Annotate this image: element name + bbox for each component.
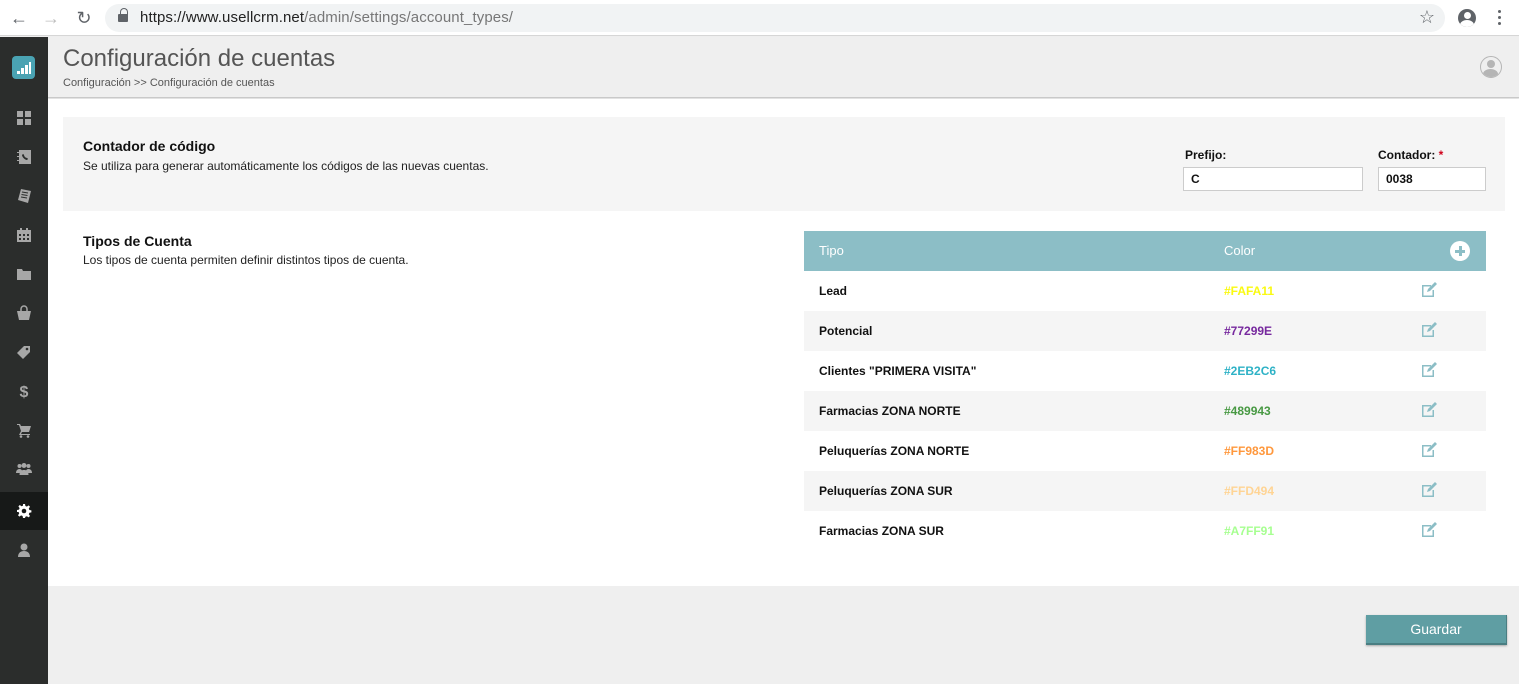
sidebar-item-calendar[interactable] [0,216,48,254]
bookmark-star-icon[interactable]: ☆ [1419,7,1435,28]
reload-button[interactable]: ↻ [74,8,94,28]
prefix-label: Prefijo: [1185,148,1227,162]
sidebar-item-products[interactable] [0,333,48,371]
save-button[interactable]: Guardar [1366,615,1507,645]
browser-menu-icon[interactable] [1494,8,1504,28]
app-logo-icon[interactable] [12,56,35,79]
main-content: Contador de código Se utiliza para gener… [48,99,1519,586]
shopping-bag-icon [17,305,31,320]
edit-icon[interactable] [1421,442,1437,458]
table-row: Potencial #77299E [804,311,1486,351]
users-icon [16,463,32,475]
gear-icon [17,504,32,518]
url-text[interactable]: https://www.usellcrm.net/admin/settings/… [140,9,513,26]
table-row: Farmacias ZONA NORTE #489943 [804,391,1486,431]
prefix-input[interactable] [1183,167,1363,191]
address-book-icon [17,150,31,164]
breadcrumb[interactable]: Configuración >> Configuración de cuenta… [63,77,275,89]
edit-icon[interactable] [1421,322,1437,338]
account-type-name: Peluquerías ZONA SUR [819,484,953,498]
calendar-icon [17,228,31,242]
grid-icon [17,111,31,125]
account-type-name: Potencial [819,324,873,338]
column-header-type: Tipo [819,243,844,258]
edit-icon[interactable] [1421,362,1437,378]
table-row: Lead #FAFA11 [804,271,1486,311]
account-type-name: Farmacias ZONA SUR [819,524,944,538]
account-type-color: #77299E [1224,324,1273,338]
sidebar-item-team[interactable] [0,450,48,488]
account-type-color: #489943 [1224,404,1271,418]
back-button[interactable]: ← [9,8,29,28]
address-bar[interactable]: https://www.usellcrm.net/admin/settings/… [105,4,1445,32]
forward-button[interactable]: → [41,8,61,28]
code-counter-title: Contador de código [83,138,216,154]
code-counter-section: Contador de código Se utiliza para gener… [63,117,1505,211]
browser-toolbar: ← → ↻ https://www.usellcrm.net/admin/set… [0,0,1519,36]
account-type-name: Clientes "PRIMERA VISITA" [819,364,977,378]
required-marker: * [1438,148,1444,162]
edit-icon[interactable] [1421,282,1437,298]
account-type-name: Lead [819,284,848,298]
cart-icon [17,424,31,438]
counter-input[interactable] [1378,167,1486,191]
table-row: Farmacias ZONA SUR #A7FF91 [804,511,1486,551]
sidebar-item-notes[interactable] [0,177,48,215]
account-type-color: #FAFA11 [1224,284,1275,298]
user-icon [18,543,30,557]
account-types-title: Tipos de Cuenta [83,233,192,249]
sidebar: $ [0,37,48,684]
sidebar-item-files[interactable] [0,255,48,293]
table-row: Clientes "PRIMERA VISITA" #2EB2C6 [804,351,1486,391]
table-body: Lead #FAFA11 Potencial #77299E Clientes "PRI… [804,271,1486,551]
table-header: Tipo Color [804,231,1486,271]
page-title: Configuración de cuentas [63,45,336,72]
code-counter-description: Se utiliza para generar automáticamente … [83,159,489,173]
sidebar-item-settings[interactable] [0,492,48,530]
sidebar-item-contacts[interactable] [0,138,48,176]
edit-icon[interactable] [1421,482,1437,498]
account-type-color: #A7FF91 [1224,524,1275,538]
tag-icon [17,346,30,359]
sidebar-item-sales[interactable]: $ [0,372,48,410]
account-type-color: #FF983D [1224,444,1275,458]
dollar-icon: $ [20,384,29,399]
notepad-icon [18,189,31,203]
svg-text:$: $ [20,384,29,399]
sidebar-item-dashboard[interactable] [0,99,48,137]
account-type-name: Farmacias ZONA NORTE [819,404,961,418]
account-type-color: #2EB2C6 [1224,364,1277,378]
sidebar-item-orders[interactable] [0,411,48,449]
edit-icon[interactable] [1421,522,1437,538]
browser-profile-icon[interactable] [1458,9,1476,27]
folder-icon [17,269,31,280]
counter-label: Contador: * [1378,148,1444,162]
lock-icon [118,8,128,23]
account-type-name: Peluquerías ZONA NORTE [819,444,970,458]
sidebar-item-profile[interactable] [0,531,48,569]
account-types-description: Los tipos de cuenta permiten definir dis… [83,253,409,267]
user-avatar-icon[interactable] [1480,56,1502,78]
sidebar-item-shop[interactable] [0,294,48,332]
account-type-color: #FFD494 [1224,484,1275,498]
add-account-type-button[interactable] [1450,241,1470,261]
page-header: Configuración de cuentas Configuración >… [48,37,1519,98]
edit-icon[interactable] [1421,402,1437,418]
table-row: Peluquerías ZONA SUR #FFD494 [804,471,1486,511]
table-row: Peluquerías ZONA NORTE #FF983D [804,431,1486,471]
column-header-color: Color [1224,243,1256,258]
account-types-table: Tipo Color Lead #FAFA11 Potencial #77299E Cl… [804,231,1486,551]
